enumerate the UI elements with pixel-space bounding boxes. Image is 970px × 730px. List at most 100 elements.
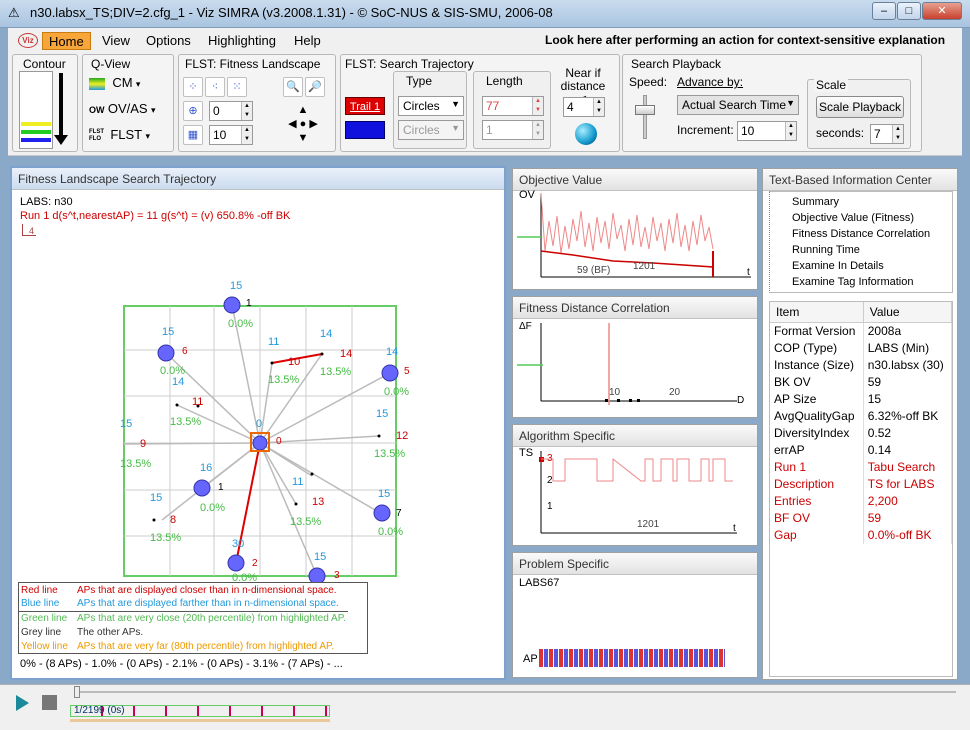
play-icon[interactable] [16, 695, 29, 711]
seconds-spin[interactable]: 7 ▲ ▼ [870, 124, 904, 144]
tree-fdc[interactable]: Fitness Distance Correlation [782, 226, 952, 242]
node-num: 3 [334, 570, 340, 581]
menu-options[interactable]: Options [140, 32, 197, 50]
info-item: Instance (Size) [770, 356, 864, 374]
tree-objective[interactable]: Objective Value (Fitness) [782, 210, 952, 226]
info-value: LABS (Min) [863, 339, 952, 357]
info-row[interactable]: Entries 2,200 [770, 492, 952, 510]
info-item: Entries [770, 492, 864, 510]
qview-ovas-button[interactable]: OW OV/AS ▾ [89, 101, 173, 121]
pan-control[interactable]: ▲ ◀ ● ▶ ▼ [279, 103, 327, 147]
flst-spin-2[interactable]: 10 ▲ ▼ [209, 125, 253, 145]
qview-cm-button[interactable]: CM ▾ [89, 75, 169, 95]
info-row[interactable]: errAP 0.14 [770, 441, 952, 459]
app-logo[interactable]: Viz [18, 33, 38, 48]
menu-view[interactable]: View [96, 32, 136, 50]
info-row[interactable]: Format Version 2008a [770, 322, 952, 340]
scatter-icon[interactable]: ⁘ [183, 77, 203, 97]
algorithm-panel: Algorithm Specific TS 3 2 1 1201 t [512, 424, 758, 546]
zoom-in-icon[interactable]: 🔍 [283, 77, 303, 97]
contour-arrow-icon[interactable] [59, 73, 63, 139]
info-row[interactable]: COP (Type) LABS (Min) [770, 339, 952, 357]
info-row[interactable]: Run 1 Tabu Search [770, 458, 952, 476]
type-select-2[interactable]: Circles ▼ [398, 120, 464, 140]
zoom-out-icon[interactable]: 🔎 [305, 77, 325, 97]
add-point-icon[interactable]: ⊕ [183, 101, 203, 121]
increment-spin[interactable]: 10 ▲ ▼ [737, 121, 797, 141]
info-row[interactable]: BK OV 59 [770, 373, 952, 391]
pan-up-icon[interactable]: ▲ [298, 104, 309, 116]
qview-flst-label: FLST [110, 127, 143, 142]
increment-label: Increment: [677, 123, 734, 137]
near-spin[interactable]: 4 ▲ ▼ [563, 97, 605, 117]
alg-t: t [733, 523, 736, 534]
info-row[interactable]: Description TS for LABS [770, 475, 952, 493]
menu-home[interactable]: Home [42, 32, 91, 50]
ov-chart[interactable] [513, 191, 757, 289]
qview-flst-button[interactable]: FLST FLO FLST ▾ [89, 127, 169, 147]
length-spin-2[interactable]: 1 ▲ ▼ [482, 120, 544, 140]
grid-icon[interactable]: ▦ [183, 125, 203, 145]
col-item[interactable]: Item [770, 302, 864, 323]
info-row[interactable]: DiversityIndex 0.52 [770, 424, 952, 442]
close-button[interactable]: ✕ [922, 2, 962, 20]
trail-2-button[interactable] [345, 121, 385, 139]
alg-chart[interactable] [513, 447, 757, 545]
speed-slider[interactable] [643, 95, 647, 139]
fdc-x2: 20 [669, 387, 681, 398]
pan-right-icon[interactable]: ▶ [309, 118, 317, 130]
scatter2-icon[interactable]: ⁖ [205, 77, 225, 97]
pan-down-icon[interactable]: ▼ [298, 132, 309, 144]
col-value[interactable]: Value [863, 302, 952, 323]
timeline-thumb[interactable] [74, 686, 80, 698]
timeline-track[interactable] [76, 691, 956, 693]
node-dist: 15 [162, 326, 175, 338]
flst-spin-1[interactable]: 0 ▲ ▼ [209, 101, 253, 121]
info-row[interactable]: Gap 0.0%-off BK [770, 526, 952, 544]
node-dist: 0 [256, 418, 263, 430]
tree-examine-tag[interactable]: Examine Tag Information [782, 274, 952, 290]
legend-value: The other APs. [77, 626, 144, 638]
tree-summary[interactable]: Summary [782, 194, 952, 210]
scale-playback-button[interactable]: Scale Playback [816, 96, 904, 118]
menu-help[interactable]: Help [288, 32, 327, 50]
fdc-chart[interactable] [513, 319, 757, 417]
trail-1-button[interactable]: Trail 1 [345, 97, 385, 115]
legend-value: APs that are displayed closer than in n-… [77, 584, 337, 596]
minimize-button[interactable]: – [872, 2, 896, 20]
alg-title: Algorithm Specific [513, 425, 757, 447]
info-value: 6.32%-off BK [863, 407, 952, 425]
legend-row: Blue line APs that are displayed farther … [19, 597, 348, 611]
info-row[interactable]: AvgQualityGap 6.32%-off BK [770, 407, 952, 425]
dist-label: 15 [150, 492, 163, 504]
pan-left-icon[interactable]: ◀ [288, 118, 296, 130]
flst-landscape-label: FLST: Fitness Landscape [185, 57, 321, 71]
stop-icon[interactable] [42, 695, 57, 710]
advance-select[interactable]: Actual Search Time ▼ [677, 95, 799, 115]
info-item: AP Size [770, 390, 864, 408]
node-num: 6 [182, 346, 188, 357]
contour-swatch[interactable] [19, 71, 53, 149]
tree-running-time[interactable]: Running Time [782, 242, 952, 258]
node-dist: 16 [200, 462, 213, 474]
qview-cm-label: CM [112, 75, 133, 90]
info-item: errAP [770, 441, 864, 459]
pan-center-icon[interactable]: ● [300, 118, 307, 130]
num-label: 9 [140, 438, 147, 450]
info-row[interactable]: Instance (Size) n30.labsx (30) [770, 356, 952, 374]
fdc-title: Fitness Distance Correlation [513, 297, 757, 319]
pct-label: 13.5% [120, 458, 152, 470]
scatter3-icon[interactable]: ⁙ [227, 77, 247, 97]
maximize-button[interactable]: □ [897, 2, 921, 20]
pct-label: 13.5% [150, 532, 182, 544]
tree-examine-details[interactable]: Examine In Details [782, 258, 952, 274]
menu-highlighting[interactable]: Highlighting [202, 32, 282, 50]
info-row[interactable]: AP Size 15 [770, 390, 952, 408]
node-dist: 15 [378, 488, 391, 500]
speed-slider-thumb[interactable] [635, 105, 655, 115]
info-row[interactable]: BF OV 59 [770, 509, 952, 527]
type-select-1[interactable]: Circles ▼ [398, 96, 464, 116]
num-label: 12 [396, 430, 409, 442]
fdc-x1: 10 [609, 387, 621, 398]
length-spin-1[interactable]: 77 ▲ ▼ [482, 96, 544, 116]
